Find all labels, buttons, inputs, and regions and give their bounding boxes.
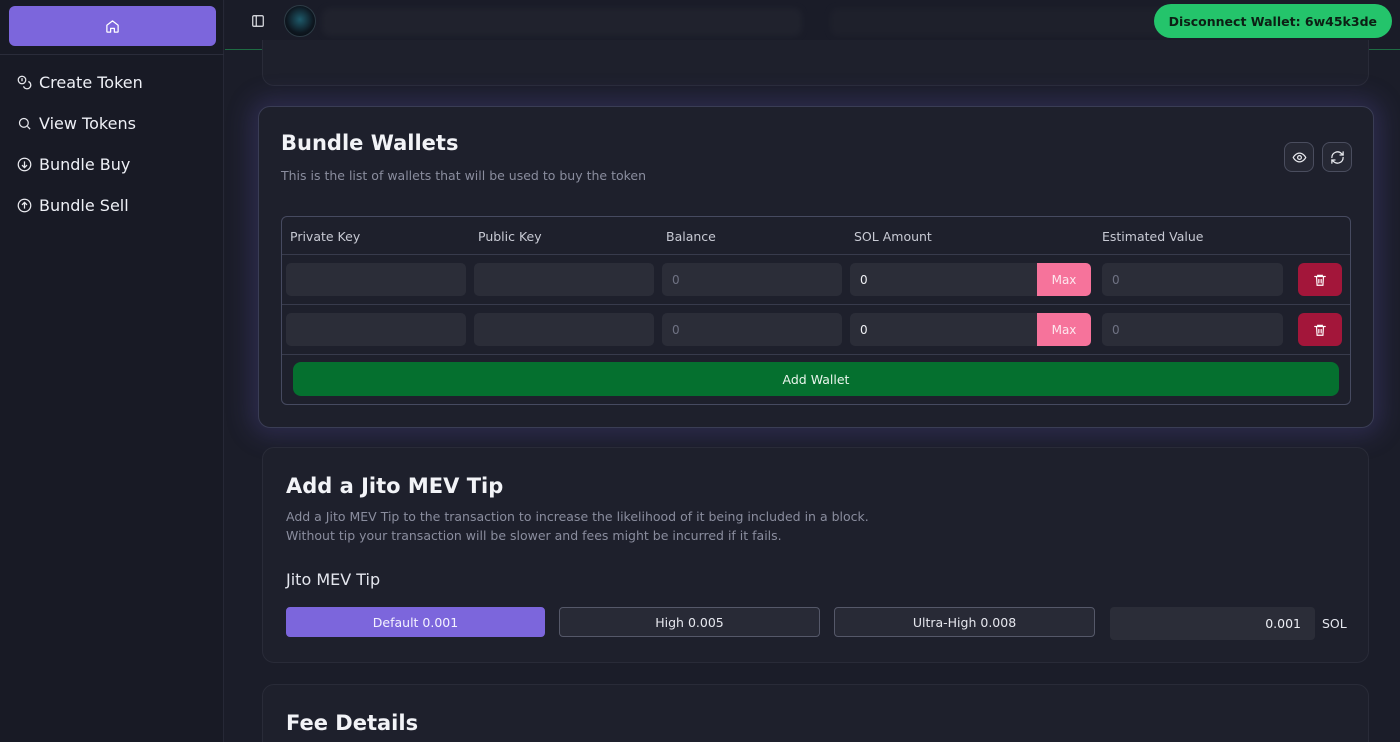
public-key-input[interactable] — [474, 313, 654, 346]
table-row: 0 0 Max 0 — [282, 255, 1350, 305]
sidebar-nav: Create Token View Tokens Bundle Buy Bund… — [0, 62, 224, 226]
sidebar-toggle-icon[interactable] — [251, 13, 265, 27]
tip-option-ultra-high[interactable]: Ultra-High 0.008 — [834, 607, 1095, 637]
avatar[interactable] — [284, 5, 316, 37]
jito-tip-card: Add a Jito MEV Tip Add a Jito MEV Tip to… — [262, 447, 1369, 663]
jito-tip-description: Add a Jito MEV Tip to the transaction to… — [286, 507, 869, 545]
max-button[interactable]: Max — [1037, 263, 1091, 296]
sidebar-item-label: Create Token — [39, 73, 143, 92]
balance-field: 0 — [662, 263, 842, 296]
jito-tip-description-line: Without tip your transaction will be slo… — [286, 528, 782, 543]
sidebar-item-label: Bundle Buy — [39, 155, 131, 174]
jito-tip-title: Add a Jito MEV Tip — [286, 474, 504, 498]
private-key-input[interactable] — [286, 313, 466, 346]
column-header: SOL Amount — [854, 229, 932, 244]
fee-details-card: Fee Details — [262, 684, 1369, 742]
eye-icon — [1292, 151, 1306, 163]
bundle-wallets-description: This is the list of wallets that will be… — [281, 168, 647, 183]
arrow-up-circle-icon — [17, 198, 32, 213]
sidebar-item-bundle-sell[interactable]: Bundle Sell — [0, 185, 224, 226]
column-header: Public Key — [478, 229, 542, 244]
table-row: 0 0 Max 0 — [282, 305, 1350, 355]
sidebar-item-view-tokens[interactable]: View Tokens — [0, 103, 224, 144]
refresh-icon — [1330, 150, 1344, 164]
wallets-table: Private Key Public Key Balance SOL Amoun… — [281, 216, 1351, 405]
home-button[interactable] — [9, 6, 216, 46]
column-header: Private Key — [290, 229, 361, 244]
sidebar-item-bundle-buy[interactable]: Bundle Buy — [0, 144, 224, 185]
add-wallet-button[interactable]: Add Wallet — [293, 362, 1339, 396]
home-icon — [106, 19, 119, 33]
trash-icon — [1314, 324, 1326, 336]
public-key-input[interactable] — [474, 263, 654, 296]
previous-card — [262, 40, 1369, 86]
coins-icon — [17, 75, 32, 90]
sol-amount-input[interactable]: 0 — [850, 263, 1038, 296]
column-header: Estimated Value — [1102, 229, 1204, 244]
estimated-value-field: 0 — [1102, 313, 1283, 346]
fee-details-title: Fee Details — [286, 711, 419, 735]
sidebar-item-label: View Tokens — [39, 114, 136, 133]
balance-field: 0 — [662, 313, 842, 346]
delete-wallet-button[interactable] — [1298, 313, 1342, 346]
blurred-header-content — [322, 8, 802, 36]
tip-amount-input[interactable]: 0.001 — [1110, 607, 1315, 640]
tip-unit-label: SOL — [1322, 616, 1347, 631]
disconnect-wallet-button[interactable]: Disconnect Wallet: 6w45k3de — [1153, 4, 1392, 38]
sidebar-item-label: Bundle Sell — [39, 196, 129, 215]
sidebar-item-create-token[interactable]: Create Token — [0, 62, 224, 103]
estimated-value-field: 0 — [1102, 263, 1283, 296]
refresh-button[interactable] — [1322, 142, 1352, 172]
private-key-input[interactable] — [286, 263, 466, 296]
max-button[interactable]: Max — [1037, 313, 1091, 346]
trash-icon — [1314, 274, 1326, 286]
sol-amount-input[interactable]: 0 — [850, 313, 1038, 346]
delete-wallet-button[interactable] — [1298, 263, 1342, 296]
tip-option-default[interactable]: Default 0.001 — [286, 607, 545, 637]
column-header: Balance — [666, 229, 716, 244]
tip-option-high[interactable]: High 0.005 — [559, 607, 820, 637]
search-icon — [17, 116, 32, 131]
jito-tip-label: Jito MEV Tip — [286, 570, 381, 589]
arrow-down-circle-icon — [17, 157, 32, 172]
sidebar-divider — [0, 54, 224, 55]
toggle-visibility-button[interactable] — [1284, 142, 1314, 172]
jito-tip-description-line: Add a Jito MEV Tip to the transaction to… — [286, 509, 869, 524]
bundle-wallets-title: Bundle Wallets — [281, 131, 459, 155]
bundle-wallets-card: Bundle Wallets This is the list of walle… — [258, 106, 1374, 428]
table-header: Private Key Public Key Balance SOL Amoun… — [282, 217, 1350, 255]
blurred-header-content — [830, 8, 1170, 36]
sidebar: Create Token View Tokens Bundle Buy Bund… — [0, 0, 224, 742]
